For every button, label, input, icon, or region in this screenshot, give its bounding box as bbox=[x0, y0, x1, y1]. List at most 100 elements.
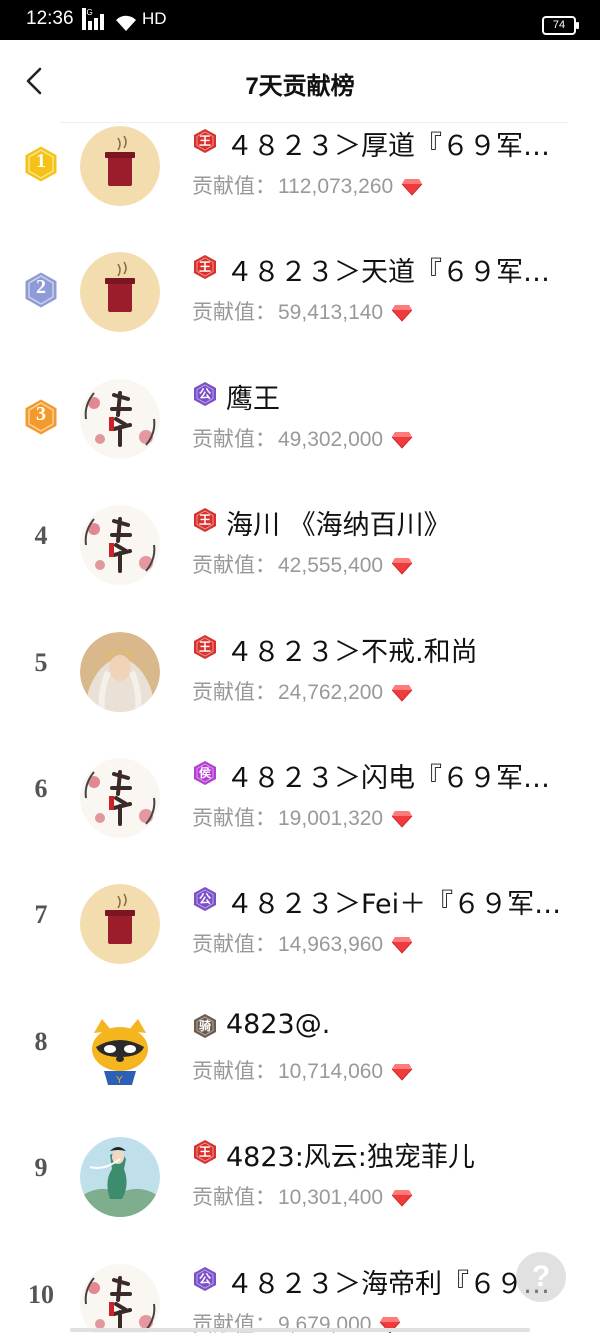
cellular-signal-icon: 4G bbox=[82, 8, 108, 30]
avatar[interactable] bbox=[80, 505, 160, 586]
list-item[interactable]: 9 王 4823:风云:独宠菲儿贡献值：10,301,400 bbox=[0, 1137, 600, 1267]
diamond-icon bbox=[391, 937, 413, 954]
contribution-value: 贡献值：42,555,400 bbox=[192, 549, 413, 579]
contribution-value: 贡献值：10,301,400 bbox=[192, 1181, 413, 1211]
contribution-value: 贡献值：24,762,200 bbox=[192, 676, 413, 706]
rank-badge-icon: 王 bbox=[192, 1139, 218, 1165]
header-divider bbox=[60, 122, 568, 123]
avatar[interactable] bbox=[80, 252, 160, 333]
list-item[interactable]: 5 王 ４８２３＞不戒.和尚贡献值：24,762,200 bbox=[0, 631, 600, 762]
diamond-icon bbox=[391, 431, 413, 449]
rank-badge-icon: 王 bbox=[192, 128, 218, 154]
contribution-number: 19,001,320 bbox=[278, 807, 384, 830]
rank-number: 3 bbox=[36, 402, 46, 425]
rank-medal-icon: 3 bbox=[22, 397, 60, 437]
hd-indicator: HD bbox=[142, 9, 167, 28]
diamond-icon bbox=[391, 558, 413, 575]
rank-badge-icon: 公 bbox=[192, 381, 218, 407]
list-item[interactable]: 3 公鹰王 贡献值：49,302,000 bbox=[0, 378, 600, 509]
rank-number: 1 bbox=[36, 150, 46, 172]
rank-badge-label: 公 bbox=[198, 892, 211, 907]
diamond-icon bbox=[391, 684, 413, 702]
ranking-list[interactable]: 1 王 ４８２３＞厚道『６９军团』贡献值：112,073,260 2 王 ４８２３＞天道『… bbox=[0, 124, 600, 1333]
page-title: 7天贡献榜 bbox=[245, 73, 355, 100]
rank-number: 6 bbox=[34, 774, 48, 803]
user-name: ４８２３＞闪电『６９军团』 bbox=[226, 763, 572, 794]
diamond-icon bbox=[391, 1190, 413, 1207]
rank-medal-icon: 2 bbox=[22, 270, 60, 310]
rank-number: 8 bbox=[34, 1026, 48, 1056]
contribution-number: 42,555,400 bbox=[278, 554, 384, 578]
rank-number: 9 bbox=[34, 1153, 48, 1183]
rank-badge-label: 王 bbox=[198, 513, 211, 528]
contribution-label: 贡献值： bbox=[192, 554, 276, 578]
status-bar: 12:36 4G HD 74 bbox=[0, 0, 600, 40]
avatar[interactable] bbox=[80, 126, 160, 206]
list-item[interactable]: 4 王海川 《海纳百川》贡献值：42,555,400 bbox=[0, 505, 600, 635]
list-item[interactable]: 6 侯 ４８２３＞闪电『６９军团』贡献值：19,001,320 bbox=[0, 758, 600, 888]
contribution-number: 10,301,400 bbox=[278, 1186, 384, 1210]
contribution-value: 贡献值：112,073,260 bbox=[192, 170, 423, 200]
avatar[interactable]: Y bbox=[80, 1010, 160, 1091]
diamond-icon bbox=[391, 1063, 413, 1081]
list-item[interactable]: 7 公 ４８２３＞Fei＋『６９军团』贡献值：14,963,960 bbox=[0, 884, 600, 1014]
contribution-value: 贡献值：10,714,060 bbox=[192, 1055, 413, 1085]
contribution-label: 贡献值： bbox=[192, 680, 276, 704]
avatar[interactable] bbox=[80, 378, 160, 459]
rank-number: 5 bbox=[34, 647, 48, 677]
user-name: ４８２３＞不戒.和尚 bbox=[226, 636, 478, 668]
contribution-number: 14,963,960 bbox=[278, 933, 384, 957]
rank-number: 2 bbox=[36, 276, 46, 299]
rank-medal-icon: 1 bbox=[22, 144, 60, 184]
contribution-label: 贡献值： bbox=[192, 175, 276, 198]
avatar[interactable] bbox=[80, 1137, 160, 1218]
avatar[interactable] bbox=[80, 1263, 160, 1333]
contribution-number: 59,413,140 bbox=[278, 301, 384, 325]
rank-badge-label: 王 bbox=[198, 134, 211, 148]
rank-number: 10 bbox=[28, 1279, 54, 1309]
rank-number: 4 bbox=[34, 521, 48, 551]
rank-badge-label: 公 bbox=[198, 386, 211, 401]
rank-badge-label: 公 bbox=[198, 1271, 211, 1286]
diamond-icon bbox=[391, 811, 413, 828]
avatar[interactable] bbox=[80, 758, 160, 838]
contribution-number: 10,714,060 bbox=[278, 1059, 384, 1083]
avatar[interactable] bbox=[80, 631, 160, 712]
contribution-number: 24,762,200 bbox=[278, 680, 384, 704]
contribution-label: 贡献值： bbox=[192, 1186, 276, 1210]
rank-badge-label: 王 bbox=[198, 639, 211, 654]
list-item[interactable]: 10 公 ４８２３＞海帝利『６９军团』 贡献值：9,679,000 bbox=[0, 1263, 600, 1333]
rank-badge-label: 侯 bbox=[198, 766, 211, 780]
rank-badge-icon: 骑 bbox=[192, 1013, 218, 1039]
list-item[interactable]: 1 王 ４８２３＞厚道『６９军团』贡献值：112,073,260 bbox=[0, 126, 600, 256]
user-name: 海川 《海纳百川》 bbox=[226, 510, 451, 542]
rank-badge-label: 王 bbox=[198, 1145, 211, 1160]
rank-badge-icon: 王 bbox=[192, 254, 218, 280]
user-name: 4823:风云:独宠菲儿 bbox=[226, 1142, 475, 1174]
user-name: 4823@. bbox=[226, 1008, 331, 1040]
diamond-icon bbox=[391, 305, 413, 322]
rank-badge-icon: 王 bbox=[192, 507, 218, 533]
contribution-value: 贡献值：49,302,000 bbox=[192, 423, 413, 453]
contribution-label: 贡献值： bbox=[192, 807, 276, 830]
rank-number: 7 bbox=[34, 900, 48, 930]
list-item[interactable]: 2 王 ４８２３＞天道『６９军团』贡献值：59,413,140 bbox=[0, 252, 600, 382]
rank-badge-icon: 王 bbox=[192, 634, 218, 660]
list-item[interactable]: 8 Y 骑 4823@. 贡献值：10,714,060 bbox=[0, 1009, 600, 1141]
rank-badge-icon: 公 bbox=[192, 1266, 218, 1292]
contribution-label: 贡献值： bbox=[192, 1059, 276, 1083]
rank-badge-label: 骑 bbox=[198, 1018, 211, 1033]
user-name: ４８２３＞厚道『６９军团』 bbox=[226, 131, 572, 162]
svg-text:Y: Y bbox=[116, 1075, 123, 1086]
wifi-icon bbox=[116, 15, 136, 31]
rank-badge-label: 王 bbox=[198, 260, 211, 275]
user-name: ４８２３＞Fei＋『６９军团』 bbox=[226, 889, 572, 921]
help-button[interactable]: ? bbox=[516, 1252, 566, 1302]
user-name: ４８２３＞天道『６９军团』 bbox=[226, 257, 572, 289]
app-header: 7天贡献榜 bbox=[0, 40, 600, 124]
contribution-label: 贡献值： bbox=[192, 427, 276, 451]
status-time: 12:36 bbox=[26, 8, 74, 29]
contribution-label: 贡献值： bbox=[192, 301, 276, 325]
contribution-label: 贡献值： bbox=[192, 933, 276, 957]
avatar[interactable] bbox=[80, 884, 160, 965]
